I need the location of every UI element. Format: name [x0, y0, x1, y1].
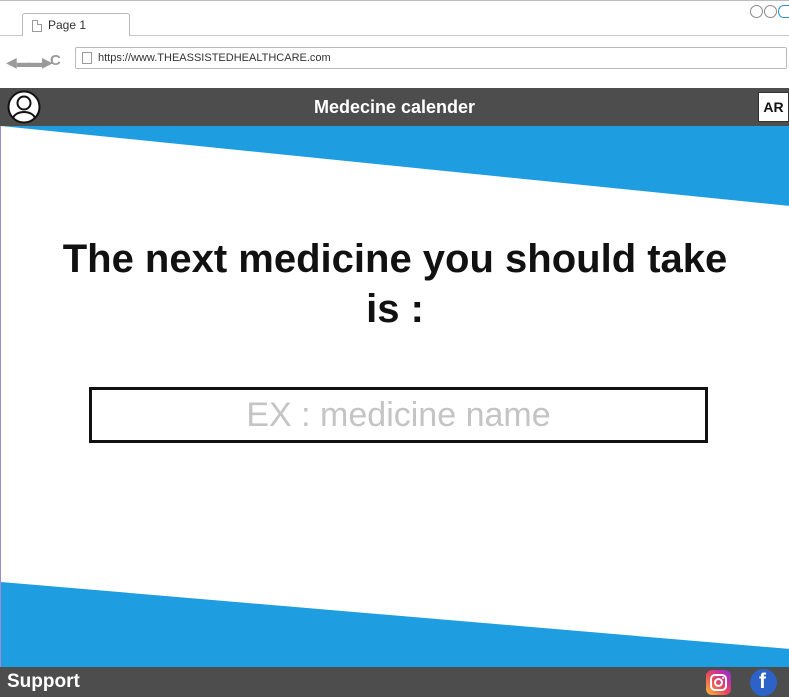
page-icon [82, 52, 92, 64]
minimize-button[interactable] [750, 5, 763, 18]
instagram-icon[interactable] [706, 670, 731, 695]
support-link[interactable]: Support [7, 671, 80, 693]
facebook-icon[interactable]: f [750, 669, 777, 696]
medicine-name-field[interactable] [89, 387, 708, 443]
close-button[interactable] [778, 5, 789, 18]
reload-icon[interactable]: C [50, 52, 61, 69]
main-content: The next medicine you should take is : [0, 126, 789, 667]
tab-label: Page 1 [48, 18, 87, 32]
page-icon [32, 20, 42, 32]
url-text: https://www.THEASSISTEDHEALTHCARE.com [98, 52, 331, 64]
footer: Support f [0, 667, 789, 697]
maximize-button[interactable] [764, 5, 777, 18]
page-title: Medecine calender [313, 97, 476, 117]
next-medicine-heading: The next medicine you should take is : [62, 237, 728, 331]
language-toggle-button[interactable]: AR [758, 92, 789, 122]
window-controls [750, 5, 789, 18]
app-header: Medecine calender AR [0, 88, 789, 126]
browser-tab-bar: Page 1 [0, 0, 789, 38]
browser-tab[interactable]: Page 1 [22, 13, 130, 38]
address-bar[interactable]: https://www.THEASSISTEDHEALTHCARE.com [75, 47, 787, 69]
